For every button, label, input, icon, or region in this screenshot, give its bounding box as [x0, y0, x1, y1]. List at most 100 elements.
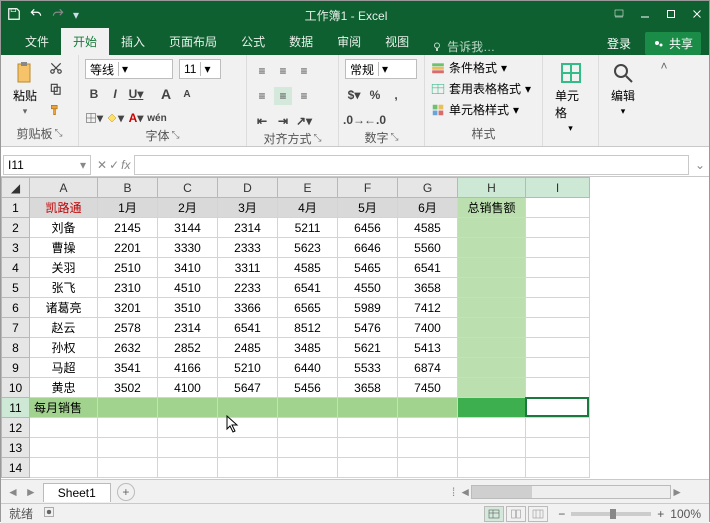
cell[interactable]: 5月	[338, 198, 398, 218]
cell[interactable]: 3541	[98, 358, 158, 378]
row-header[interactable]: 6	[2, 298, 30, 318]
cut-icon[interactable]	[47, 59, 65, 77]
zoom-out-button[interactable]: −	[558, 507, 565, 521]
cell[interactable]	[526, 278, 590, 298]
cell[interactable]: 6646	[338, 238, 398, 258]
cell[interactable]	[98, 418, 158, 438]
cell[interactable]: 2578	[98, 318, 158, 338]
cell[interactable]	[338, 418, 398, 438]
cell[interactable]: 2310	[98, 278, 158, 298]
col-header[interactable]: D	[218, 178, 278, 198]
cell[interactable]	[526, 378, 590, 398]
expand-formula-icon[interactable]: ⌄	[691, 158, 709, 172]
cell[interactable]: 4166	[158, 358, 218, 378]
align-launcher[interactable]: ⤡	[314, 133, 322, 144]
cell[interactable]: 7400	[398, 318, 458, 338]
row-header[interactable]: 9	[2, 358, 30, 378]
cell[interactable]	[458, 278, 526, 298]
tab-insert[interactable]: 插入	[109, 28, 157, 55]
view-normal-button[interactable]	[484, 506, 504, 522]
cell[interactable]	[458, 318, 526, 338]
cell[interactable]	[458, 378, 526, 398]
cancel-formula-icon[interactable]: ✕	[97, 158, 107, 172]
cell[interactable]: 6541	[278, 278, 338, 298]
row-header[interactable]: 14	[2, 458, 30, 478]
cell[interactable]: 6874	[398, 358, 458, 378]
percent-button[interactable]: %	[366, 86, 384, 104]
cell[interactable]	[458, 258, 526, 278]
paste-button[interactable]: 粘贴 ▾	[7, 59, 43, 119]
cell[interactable]	[526, 258, 590, 278]
font-color-button[interactable]: A▾	[127, 109, 145, 127]
formula-input[interactable]	[134, 155, 688, 175]
cell[interactable]: 5989	[338, 298, 398, 318]
underline-button[interactable]: U▾	[127, 85, 145, 103]
zoom-level[interactable]: 100%	[670, 507, 701, 521]
cell[interactable]: 总销售额	[458, 198, 526, 218]
font-size-combo[interactable]: 11▾	[179, 59, 221, 79]
copy-icon[interactable]	[47, 80, 65, 98]
row-header[interactable]: 11	[2, 398, 30, 418]
cell[interactable]	[158, 438, 218, 458]
cell[interactable]: 4100	[158, 378, 218, 398]
cell[interactable]: 3658	[338, 378, 398, 398]
phonetic-button[interactable]: wén	[148, 109, 166, 127]
cell[interactable]	[526, 438, 590, 458]
cell[interactable]	[526, 218, 590, 238]
italic-button[interactable]: I	[106, 85, 124, 103]
col-header[interactable]: B	[98, 178, 158, 198]
cell[interactable]: 2233	[218, 278, 278, 298]
zoom-in-button[interactable]: +	[657, 507, 664, 521]
cell[interactable]: 3366	[218, 298, 278, 318]
cell[interactable]: 5621	[338, 338, 398, 358]
col-header[interactable]: F	[338, 178, 398, 198]
tab-file[interactable]: 文件	[13, 28, 61, 55]
cell[interactable]: 6月	[398, 198, 458, 218]
cell[interactable]: 刘备	[30, 218, 98, 238]
view-page-break-button[interactable]	[528, 506, 548, 522]
increase-indent-button[interactable]: ⇥	[274, 112, 292, 130]
cell[interactable]: 6541	[398, 258, 458, 278]
grow-font-button[interactable]: A	[157, 85, 175, 103]
redo-icon[interactable]	[51, 7, 65, 24]
cell[interactable]: 3485	[278, 338, 338, 358]
align-bottom-button[interactable]: ≡	[295, 62, 313, 80]
cell[interactable]: 孙权	[30, 338, 98, 358]
cell[interactable]: 5623	[278, 238, 338, 258]
cell[interactable]	[338, 398, 398, 418]
sheet-tab[interactable]: Sheet1	[43, 483, 111, 502]
cell[interactable]: 5413	[398, 338, 458, 358]
close-icon[interactable]	[691, 8, 703, 23]
decrease-indent-button[interactable]: ⇤	[253, 112, 271, 130]
cell[interactable]: 5211	[278, 218, 338, 238]
col-header[interactable]: I	[526, 178, 590, 198]
cell[interactable]	[458, 358, 526, 378]
cell[interactable]: 2314	[218, 218, 278, 238]
cell[interactable]	[30, 458, 98, 478]
number-format-combo[interactable]: 常规▾	[345, 59, 417, 79]
add-sheet-button[interactable]: +	[117, 483, 135, 501]
cell[interactable]	[158, 458, 218, 478]
clipboard-launcher[interactable]: ⤡	[55, 128, 63, 139]
accounting-format-button[interactable]: $▾	[345, 86, 363, 104]
cell[interactable]	[278, 438, 338, 458]
fill-color-button[interactable]: ▾	[106, 109, 124, 127]
tab-layout[interactable]: 页面布局	[157, 28, 229, 55]
bold-button[interactable]: B	[85, 85, 103, 103]
align-middle-button[interactable]: ≡	[274, 62, 292, 80]
conditional-format-button[interactable]: 条件格式▾	[431, 59, 507, 76]
cell[interactable]: 2145	[98, 218, 158, 238]
cell[interactable]	[398, 438, 458, 458]
enter-formula-icon[interactable]: ✓	[109, 158, 119, 172]
cell[interactable]	[158, 398, 218, 418]
cell[interactable]	[158, 418, 218, 438]
cell[interactable]: 关羽	[30, 258, 98, 278]
cell[interactable]: 马超	[30, 358, 98, 378]
row-header[interactable]: 2	[2, 218, 30, 238]
cell[interactable]	[458, 298, 526, 318]
cell[interactable]	[30, 418, 98, 438]
tab-formulas[interactable]: 公式	[229, 28, 277, 55]
cell[interactable]	[526, 458, 590, 478]
cell[interactable]	[218, 398, 278, 418]
cell[interactable]: 2852	[158, 338, 218, 358]
